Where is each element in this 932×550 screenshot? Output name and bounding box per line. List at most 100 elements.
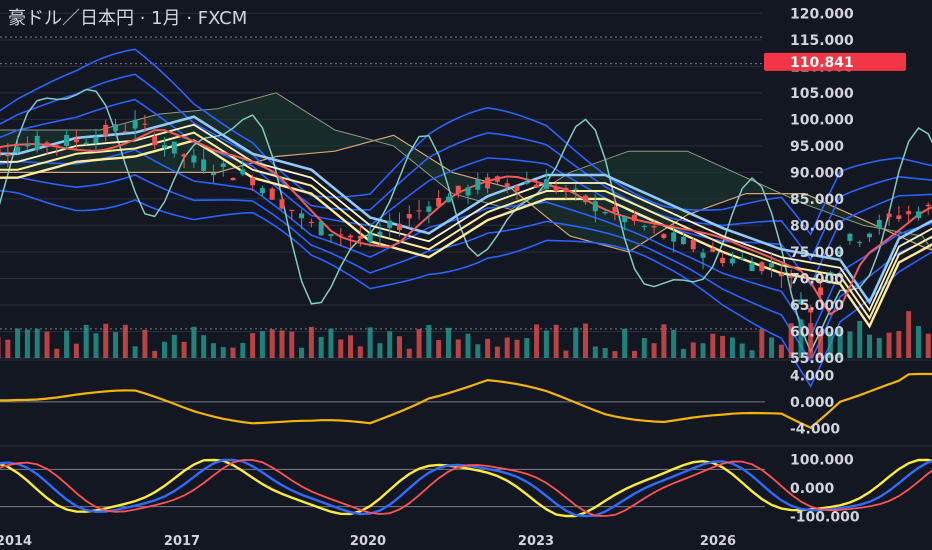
volume-bar — [0, 336, 1, 358]
volume-bar — [397, 336, 402, 358]
candle-body — [279, 199, 285, 209]
candle-body — [132, 120, 138, 129]
candle-body — [700, 252, 706, 258]
candle-body — [269, 188, 275, 200]
volume-bar — [142, 329, 148, 358]
candle-body — [867, 233, 872, 238]
candle-body — [54, 144, 60, 146]
volume-bar — [759, 329, 765, 358]
volume-bar — [152, 350, 158, 358]
volume-bar — [24, 329, 30, 358]
candle-body — [181, 154, 187, 157]
volume-bar — [543, 330, 549, 358]
candle-body — [201, 159, 207, 171]
volume-bar — [896, 330, 902, 358]
candle-body — [886, 213, 892, 218]
candle-body — [348, 235, 354, 238]
candle-body — [661, 234, 667, 238]
candle-body — [524, 182, 530, 184]
volume-bar — [240, 343, 246, 358]
volume-bar — [426, 324, 432, 358]
volume-bar — [690, 342, 696, 358]
volume-bar — [661, 324, 667, 358]
candle-body — [925, 204, 931, 207]
macd-tick-label: 0.000 — [790, 395, 835, 411]
candle-body — [485, 177, 491, 189]
volume-bar — [680, 348, 686, 358]
stoch-tick-label: 0.000 — [790, 481, 835, 497]
candle-body — [299, 213, 305, 219]
candle-body — [573, 188, 579, 190]
volume-bar — [915, 326, 921, 358]
volume-bar — [406, 348, 412, 358]
candle-body — [583, 195, 589, 203]
candle-body — [103, 124, 109, 136]
candle-body — [83, 142, 89, 145]
x-tick-label: 2026 — [700, 534, 736, 549]
volume-bar — [494, 346, 500, 358]
volume-bar — [925, 333, 931, 358]
candle-body — [651, 226, 657, 228]
candle-body — [416, 210, 422, 212]
price-tick-label: 65.000 — [790, 298, 844, 314]
volume-bar — [54, 348, 60, 358]
candle-body — [475, 179, 481, 190]
volume-bar — [876, 338, 882, 358]
volume-bar — [162, 341, 167, 358]
volume-bar — [191, 326, 197, 358]
candle-body — [504, 183, 510, 188]
price-tick-label: 95.000 — [790, 139, 844, 155]
volume-bar — [318, 337, 324, 358]
volume-bar — [553, 324, 559, 358]
candle-body — [328, 234, 334, 237]
volume-bar — [357, 346, 363, 358]
candle-body — [171, 141, 177, 154]
candle-body — [377, 231, 383, 236]
candle-body — [259, 188, 265, 194]
candle-body — [671, 232, 677, 242]
candle-body — [0, 148, 1, 157]
volume-bar — [250, 333, 256, 358]
volume-bar — [259, 331, 265, 358]
x-tick-label: 2020 — [350, 534, 386, 549]
volume-bar — [93, 333, 99, 358]
price-tick-label: 55.000 — [790, 351, 844, 367]
candle-body — [759, 262, 765, 272]
volume-bar — [592, 346, 598, 358]
volume-bar — [377, 343, 383, 358]
volume-bar — [710, 333, 716, 358]
volume-bar — [651, 343, 657, 358]
macd-tick-label: 4.000 — [790, 368, 835, 384]
volume-bar — [15, 328, 21, 358]
volume-bar — [847, 331, 853, 358]
candle-body — [729, 258, 735, 264]
candle-body — [778, 273, 784, 277]
volume-bar — [563, 350, 569, 358]
volume-bar — [671, 329, 677, 358]
price-tick-label: 115.000 — [790, 33, 854, 49]
candle-body — [308, 221, 314, 224]
volume-bar — [269, 329, 275, 358]
candle-body — [5, 154, 11, 157]
volume-bar — [5, 339, 11, 358]
candle-body — [152, 136, 158, 146]
candle-body — [191, 155, 197, 163]
candle-body — [230, 178, 236, 181]
candle-body — [514, 185, 520, 192]
x-tick-label: 2014 — [0, 534, 32, 549]
volume-bar — [299, 347, 305, 358]
candle-body — [15, 146, 21, 153]
volume-bar — [73, 343, 79, 358]
volume-bar — [906, 311, 912, 358]
candle-body — [641, 226, 647, 228]
candle-body — [553, 186, 559, 192]
candle-body — [318, 221, 324, 236]
stoch-tick-label: -100.000 — [790, 510, 860, 526]
candle-body — [494, 176, 500, 182]
candle-body — [896, 215, 902, 220]
volume-bar — [534, 324, 540, 358]
volume-bar — [573, 327, 579, 358]
volume-bar — [769, 337, 775, 358]
candle-body — [915, 211, 921, 218]
candle-body — [210, 172, 216, 176]
